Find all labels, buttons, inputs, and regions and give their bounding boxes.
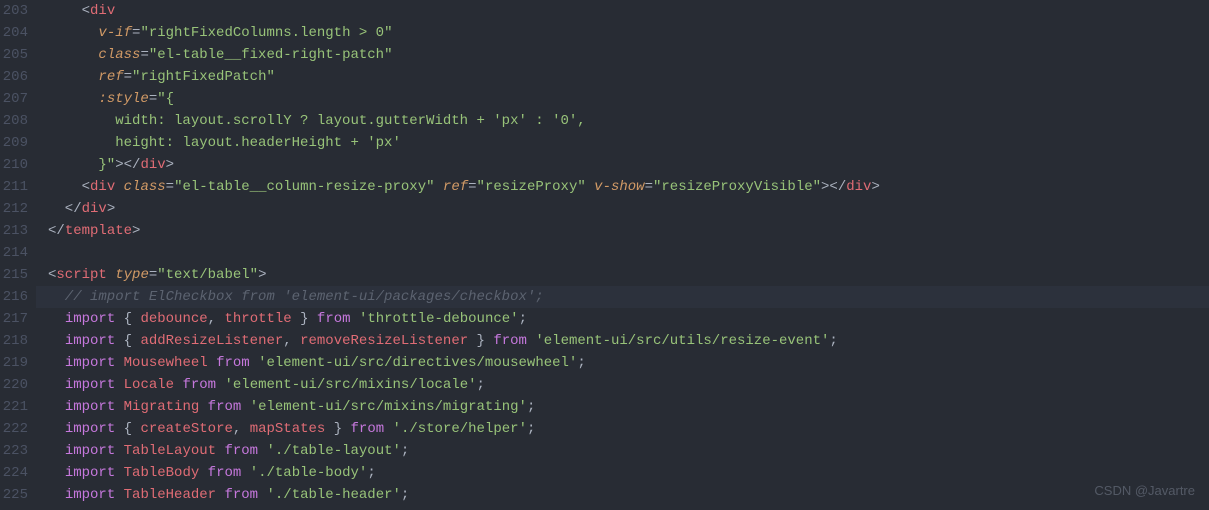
line-number: 224 bbox=[0, 462, 28, 484]
code-line[interactable]: ref="rightFixedPatch" bbox=[48, 66, 1209, 88]
code-line[interactable]: height: layout.headerHeight + 'px' bbox=[48, 132, 1209, 154]
line-number: 216 bbox=[0, 286, 28, 308]
code-line[interactable]: import TableBody from './table-body'; bbox=[48, 462, 1209, 484]
code-line[interactable]: <div bbox=[48, 0, 1209, 22]
line-number: 217 bbox=[0, 308, 28, 330]
code-line[interactable]: }"></div> bbox=[48, 154, 1209, 176]
code-line[interactable]: class="el-table__fixed-right-patch" bbox=[48, 44, 1209, 66]
code-line[interactable]: import { debounce, throttle } from 'thro… bbox=[48, 308, 1209, 330]
code-line[interactable]: v-if="rightFixedColumns.length > 0" bbox=[48, 22, 1209, 44]
code-line[interactable]: import { createStore, mapStates } from '… bbox=[48, 418, 1209, 440]
code-area[interactable]: <div v-if="rightFixedColumns.length > 0"… bbox=[36, 0, 1209, 510]
line-number: 212 bbox=[0, 198, 28, 220]
line-number: 210 bbox=[0, 154, 28, 176]
line-number: 203 bbox=[0, 0, 28, 22]
line-number: 208 bbox=[0, 110, 28, 132]
line-number-gutter: 2032042052062072082092102112122132142152… bbox=[0, 0, 36, 510]
code-line[interactable]: import Migrating from 'element-ui/src/mi… bbox=[48, 396, 1209, 418]
code-line[interactable]: // import ElCheckbox from 'element-ui/pa… bbox=[36, 286, 1209, 308]
code-line[interactable]: import TableLayout from './table-layout'… bbox=[48, 440, 1209, 462]
code-line[interactable]: </div> bbox=[48, 198, 1209, 220]
line-number: 204 bbox=[0, 22, 28, 44]
line-number: 225 bbox=[0, 484, 28, 506]
line-number: 207 bbox=[0, 88, 28, 110]
code-line[interactable] bbox=[48, 242, 1209, 264]
code-line[interactable]: :style="{ bbox=[48, 88, 1209, 110]
code-line[interactable]: import TableHeader from './table-header'… bbox=[48, 484, 1209, 506]
line-number: 223 bbox=[0, 440, 28, 462]
line-number: 205 bbox=[0, 44, 28, 66]
line-number: 221 bbox=[0, 396, 28, 418]
code-editor[interactable]: 2032042052062072082092102112122132142152… bbox=[0, 0, 1209, 510]
code-line[interactable]: </template> bbox=[48, 220, 1209, 242]
line-number: 214 bbox=[0, 242, 28, 264]
watermark: CSDN @Javartre bbox=[1094, 480, 1195, 502]
line-number: 219 bbox=[0, 352, 28, 374]
code-line[interactable]: <div class="el-table__column-resize-prox… bbox=[48, 176, 1209, 198]
code-line[interactable]: import Locale from 'element-ui/src/mixin… bbox=[48, 374, 1209, 396]
line-number: 206 bbox=[0, 66, 28, 88]
line-number: 215 bbox=[0, 264, 28, 286]
line-number: 213 bbox=[0, 220, 28, 242]
line-number: 209 bbox=[0, 132, 28, 154]
code-line[interactable]: <script type="text/babel"> bbox=[48, 264, 1209, 286]
line-number: 220 bbox=[0, 374, 28, 396]
line-number: 218 bbox=[0, 330, 28, 352]
line-number: 211 bbox=[0, 176, 28, 198]
line-number: 222 bbox=[0, 418, 28, 440]
code-line[interactable]: width: layout.scrollY ? layout.gutterWid… bbox=[48, 110, 1209, 132]
code-line[interactable]: import { addResizeListener, removeResize… bbox=[48, 330, 1209, 352]
code-line[interactable]: import Mousewheel from 'element-ui/src/d… bbox=[48, 352, 1209, 374]
